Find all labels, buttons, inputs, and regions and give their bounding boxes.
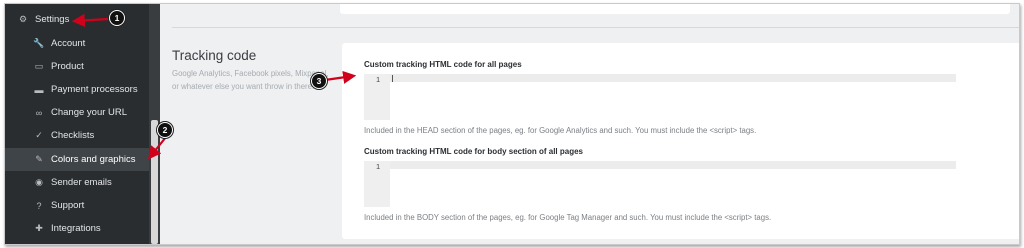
app-window: ⚙ Settings 🔧 Account ▭ Product ▬ Payment…	[4, 3, 1020, 245]
annotation-arrows	[71, 13, 357, 160]
callout-3-arrow	[324, 70, 357, 84]
callout-1-arrow	[71, 13, 109, 27]
callout-badge-1: 1	[109, 10, 125, 26]
callout-badge-3: 3	[311, 73, 327, 89]
callout-badge-2: 2	[157, 122, 173, 138]
callout-2-arrow	[147, 136, 167, 160]
